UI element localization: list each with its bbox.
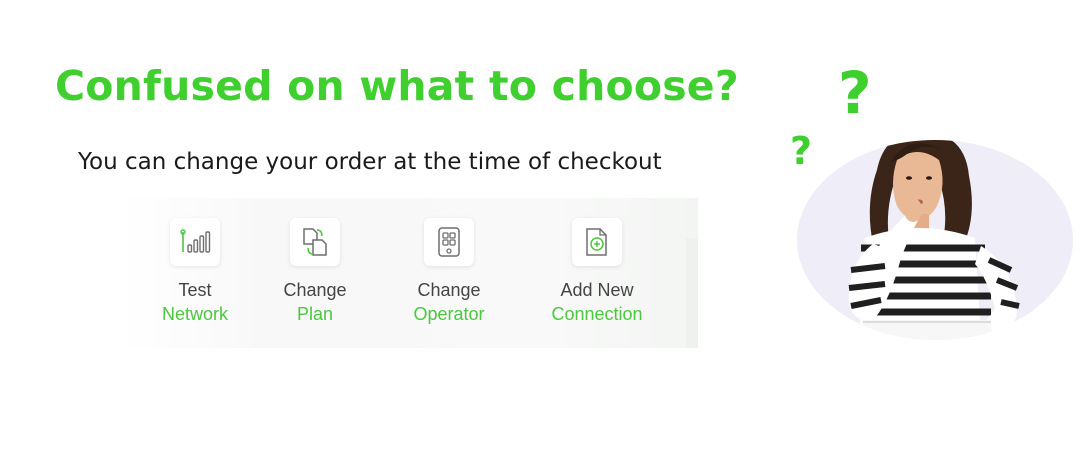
change-plan-button[interactable]: Change Plan: [240, 218, 390, 325]
headline: Confused on what to choose?: [55, 62, 739, 110]
icon-container: [424, 218, 474, 266]
swap-documents-icon: [303, 228, 327, 256]
panel-edge: [686, 238, 698, 348]
add-document-icon: [586, 228, 607, 256]
add-new-connection-button[interactable]: Add New Connection: [522, 218, 672, 325]
action-sublabel: Connection: [551, 304, 643, 324]
action-sublabel: Operator: [413, 304, 485, 324]
action-label: Change: [283, 280, 347, 300]
sim-card-icon: [438, 227, 460, 257]
action-label: Change: [417, 280, 481, 300]
quick-actions-panel: Test Network Change Plan Change Operator…: [120, 198, 698, 348]
icon-container: [170, 218, 220, 266]
change-operator-button[interactable]: Change Operator: [374, 218, 524, 325]
icon-container: [572, 218, 622, 266]
icon-container: [290, 218, 340, 266]
subheadline: You can change your order at the time of…: [78, 149, 662, 175]
thinking-woman-illustration: [785, 110, 1075, 380]
action-label: Add New: [560, 280, 634, 300]
signal-bars-icon: [180, 229, 211, 253]
action-sublabel: Plan: [296, 304, 334, 324]
woman-figure: [797, 140, 1073, 340]
